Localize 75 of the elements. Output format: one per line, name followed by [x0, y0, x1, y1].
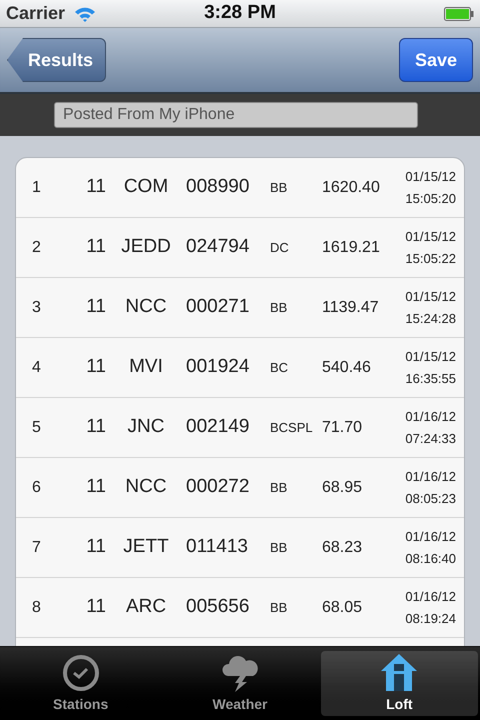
row-number: 5 — [31, 418, 42, 438]
table-cell-text: BB — [269, 478, 288, 497]
table-cell-text: 11 — [85, 595, 106, 620]
tab-item[interactable]: Weather — [161, 651, 319, 716]
table-cell-text: DC — [269, 238, 290, 257]
date-text: 01/15/12 — [405, 348, 456, 364]
row-number: 7 — [31, 538, 42, 558]
table-cell-text: 005656 — [186, 595, 250, 620]
house-icon — [379, 652, 420, 692]
search-field[interactable]: Posted From My iPhone — [54, 102, 418, 128]
table-cell-text: NCC — [124, 295, 168, 320]
table-cell-text: BB — [269, 178, 288, 197]
table-cell-text: JNC — [126, 415, 166, 440]
table-cell-text: 68.05 — [322, 598, 364, 618]
table-cell-text: COM — [122, 175, 170, 200]
tab-item[interactable]: Loft — [320, 651, 478, 716]
date-text: 01/15/12 — [405, 228, 456, 244]
table-cell-text: BB — [269, 598, 288, 617]
table-cell-text: 71.70 — [322, 418, 364, 438]
table-cell-text: 000272 — [186, 475, 250, 500]
clock-icon — [62, 654, 100, 692]
table-cell-text: 002149 — [186, 415, 250, 440]
time-text: 15:05:22 — [405, 250, 456, 266]
table-cell-text: 011413 — [186, 535, 249, 560]
date-text: 01/15/12 — [405, 288, 456, 304]
date-text: 01/15/12 — [405, 168, 456, 184]
status-time: 3:28 PM — [204, 1, 276, 26]
table-cell-text: JETT — [122, 535, 170, 560]
row-number: 1 — [31, 178, 42, 198]
date-text: 01/16/12 — [405, 468, 456, 484]
table-cell-text: 11 — [85, 535, 106, 560]
date-text: 01/16/12 — [405, 528, 456, 544]
table-cell-text: 540.46 — [322, 358, 372, 378]
row-number: 6 — [31, 478, 42, 498]
table-cell-text: 000271 — [186, 295, 250, 320]
time-text: 07:24:33 — [405, 430, 456, 446]
table-cell-text: 11 — [85, 175, 106, 200]
tab-item[interactable]: Stations — [2, 651, 160, 716]
table-cell-text: NCC — [124, 475, 168, 500]
table-cell-text: 024794 — [186, 235, 250, 260]
row-number: 8 — [31, 598, 42, 618]
table-cell-text: BB — [269, 538, 288, 557]
table-cell-text: 11 — [85, 235, 106, 260]
table-cell-text: MVI — [128, 355, 164, 380]
table-cell-text: BC — [269, 358, 290, 377]
date-text: 01/16/12 — [405, 588, 456, 604]
table-cell-text: 11 — [85, 475, 106, 500]
table-cell-text: 11 — [85, 415, 106, 440]
time-text: 08:16:40 — [405, 550, 456, 566]
time-text: 15:24:28 — [405, 310, 456, 326]
table-cell-text: 68.95 — [322, 478, 364, 498]
date-text: 01/16/12 — [405, 408, 456, 424]
table-cell-text: 1139.47 — [322, 298, 380, 318]
row-number: 2 — [31, 238, 42, 258]
table-cell-text: JEDD — [120, 235, 172, 260]
table-cell-text: 11 — [85, 295, 106, 320]
table-cell-text: 1620.40 — [322, 178, 381, 198]
time-text: 16:35:55 — [405, 370, 456, 386]
table-cell-text: 1619.21 — [322, 238, 381, 258]
save-button[interactable]: Save — [398, 38, 473, 82]
time-text: 08:05:23 — [405, 490, 456, 506]
row-number: 4 — [31, 358, 42, 378]
table-cell-text: BB — [269, 298, 288, 317]
table-cell-text: 001924 — [186, 355, 250, 380]
battery-icon — [444, 6, 474, 22]
time-text: 15:05:20 — [405, 190, 456, 206]
row-number: 3 — [31, 298, 42, 318]
back-button[interactable]: Results — [7, 38, 106, 82]
table-cell-text: ARC — [124, 595, 168, 620]
table-cell-text: 68.23 — [322, 538, 364, 558]
table-cell-text: 11 — [85, 355, 106, 380]
table-cell-text: BCSPL — [269, 418, 314, 437]
time-text: 08:19:24 — [405, 610, 456, 626]
carrier-label: Carrier — [6, 2, 66, 25]
table-cell-text: 008990 — [186, 175, 250, 200]
